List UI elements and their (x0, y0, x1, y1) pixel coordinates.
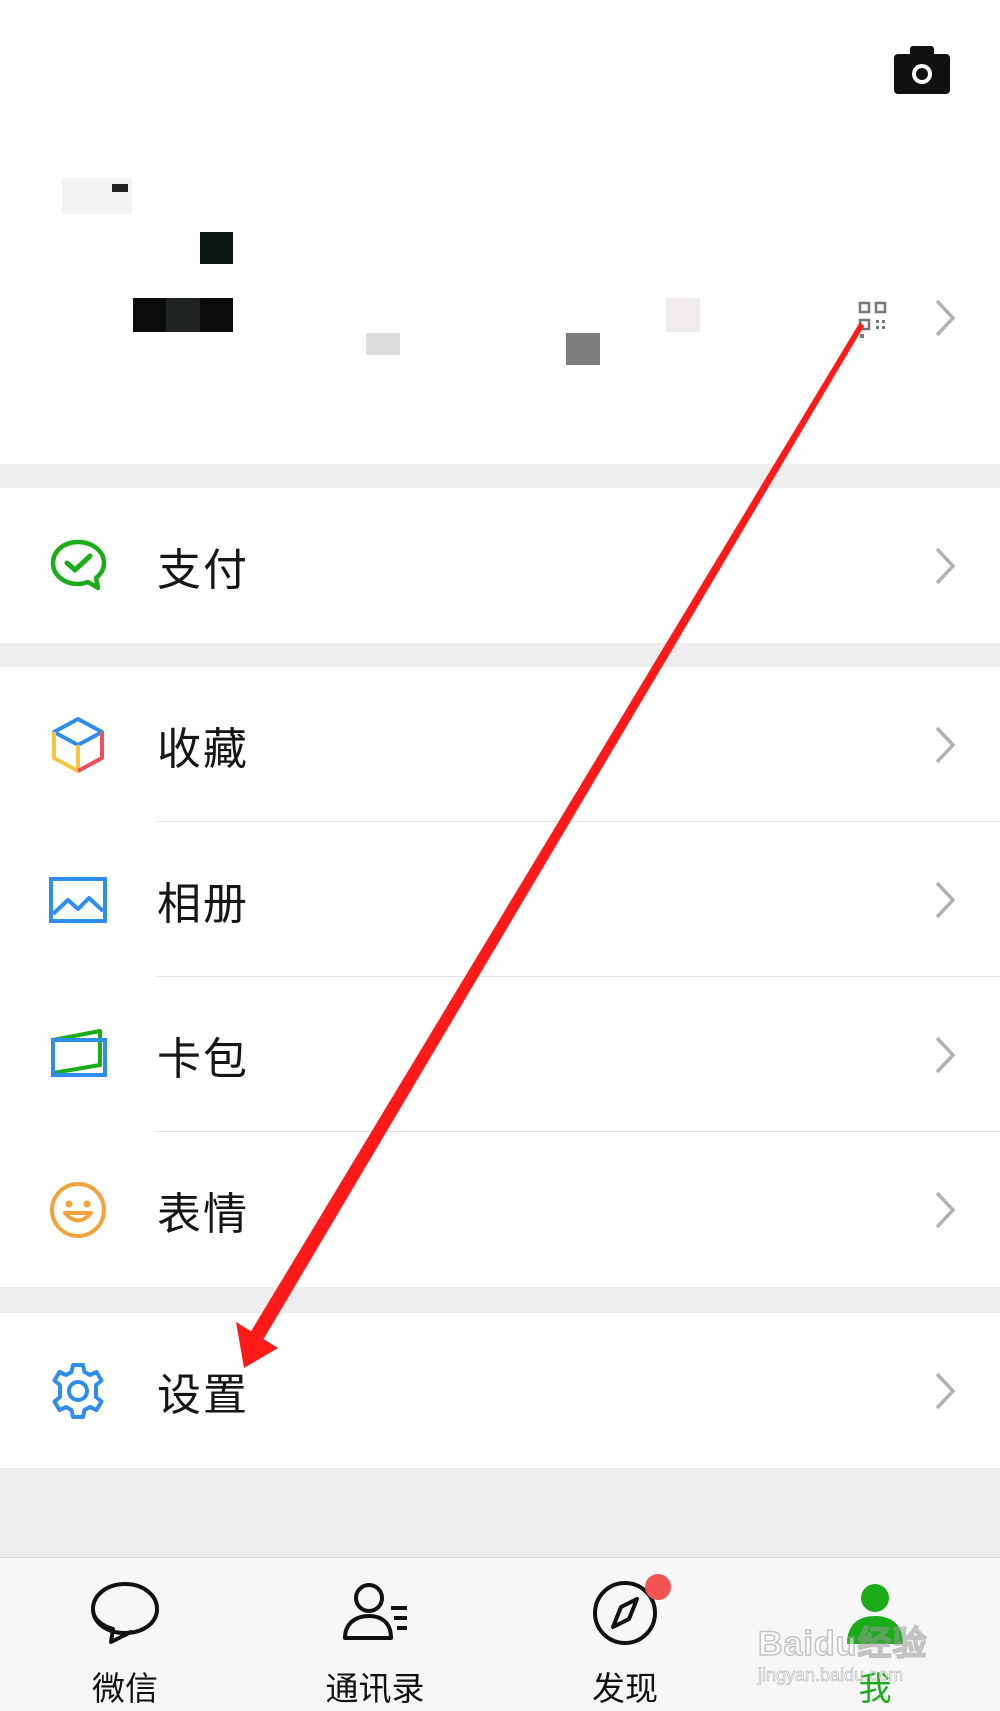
redacted-block (566, 333, 600, 365)
settings-group: 设置 (0, 1313, 1000, 1468)
image-icon (49, 876, 107, 923)
chevron-right-icon (935, 1191, 956, 1228)
chat-bubble-icon (91, 1582, 160, 1644)
cube-icon (52, 716, 104, 773)
menu-item-stickers[interactable]: 表情 (0, 1132, 1000, 1287)
redacted-block (366, 333, 400, 355)
camera-icon[interactable] (894, 46, 950, 94)
tab-discover[interactable]: 发现 (545, 1558, 705, 1711)
menu-item-label: 支付 (157, 544, 249, 596)
chevron-right-icon (935, 299, 956, 337)
menu-item-album[interactable]: 相册 (0, 822, 1000, 977)
pay-group: 支付 (0, 488, 1000, 643)
smiley-icon (50, 1181, 106, 1238)
wallet-icon (51, 1028, 107, 1077)
menu-item-label: 设置 (157, 1369, 249, 1421)
wechat-pay-icon (50, 539, 107, 590)
gear-icon (52, 1362, 104, 1419)
profile-header[interactable] (0, 0, 1000, 464)
redacted-block (166, 298, 200, 332)
watermark-main: Baidu经验 (757, 1624, 928, 1664)
menu-item-cards[interactable]: 卡包 (0, 977, 1000, 1132)
chevron-right-icon (935, 1372, 956, 1409)
tab-contacts[interactable]: 通讯录 (295, 1558, 455, 1711)
chevron-right-icon (935, 1036, 956, 1073)
contacts-icon (343, 1583, 407, 1640)
menu-item-settings[interactable]: 设置 (0, 1313, 1000, 1468)
redacted-block (200, 232, 233, 264)
chevron-right-icon (935, 726, 956, 763)
menu-item-label: 收藏 (157, 723, 249, 775)
menu-item-favorites[interactable]: 收藏 (0, 667, 1000, 822)
menu-item-label: 卡包 (157, 1033, 249, 1085)
menu-item-label: 表情 (157, 1188, 249, 1240)
chevron-right-icon (935, 881, 956, 918)
watermark-sub: jingyan.baidu.com (758, 1665, 904, 1686)
menu-item-label: 相册 (157, 878, 249, 930)
qrcode-icon[interactable] (858, 300, 888, 338)
redacted-block (666, 298, 700, 332)
tools-group: 收藏 相册 卡包 表情 (0, 667, 1000, 1287)
chevron-right-icon (935, 547, 956, 584)
baidu-watermark: Baidu经验 jingyan.baidu.com (757, 1616, 948, 1686)
tab-label: 发现 (592, 1669, 658, 1708)
notification-badge (645, 1574, 671, 1600)
tab-label: 微信 (92, 1669, 158, 1708)
redacted-block (112, 184, 128, 192)
tab-chats[interactable]: 微信 (45, 1558, 205, 1711)
menu-item-pay[interactable]: 支付 (0, 488, 1000, 643)
tab-label: 通讯录 (325, 1669, 425, 1708)
